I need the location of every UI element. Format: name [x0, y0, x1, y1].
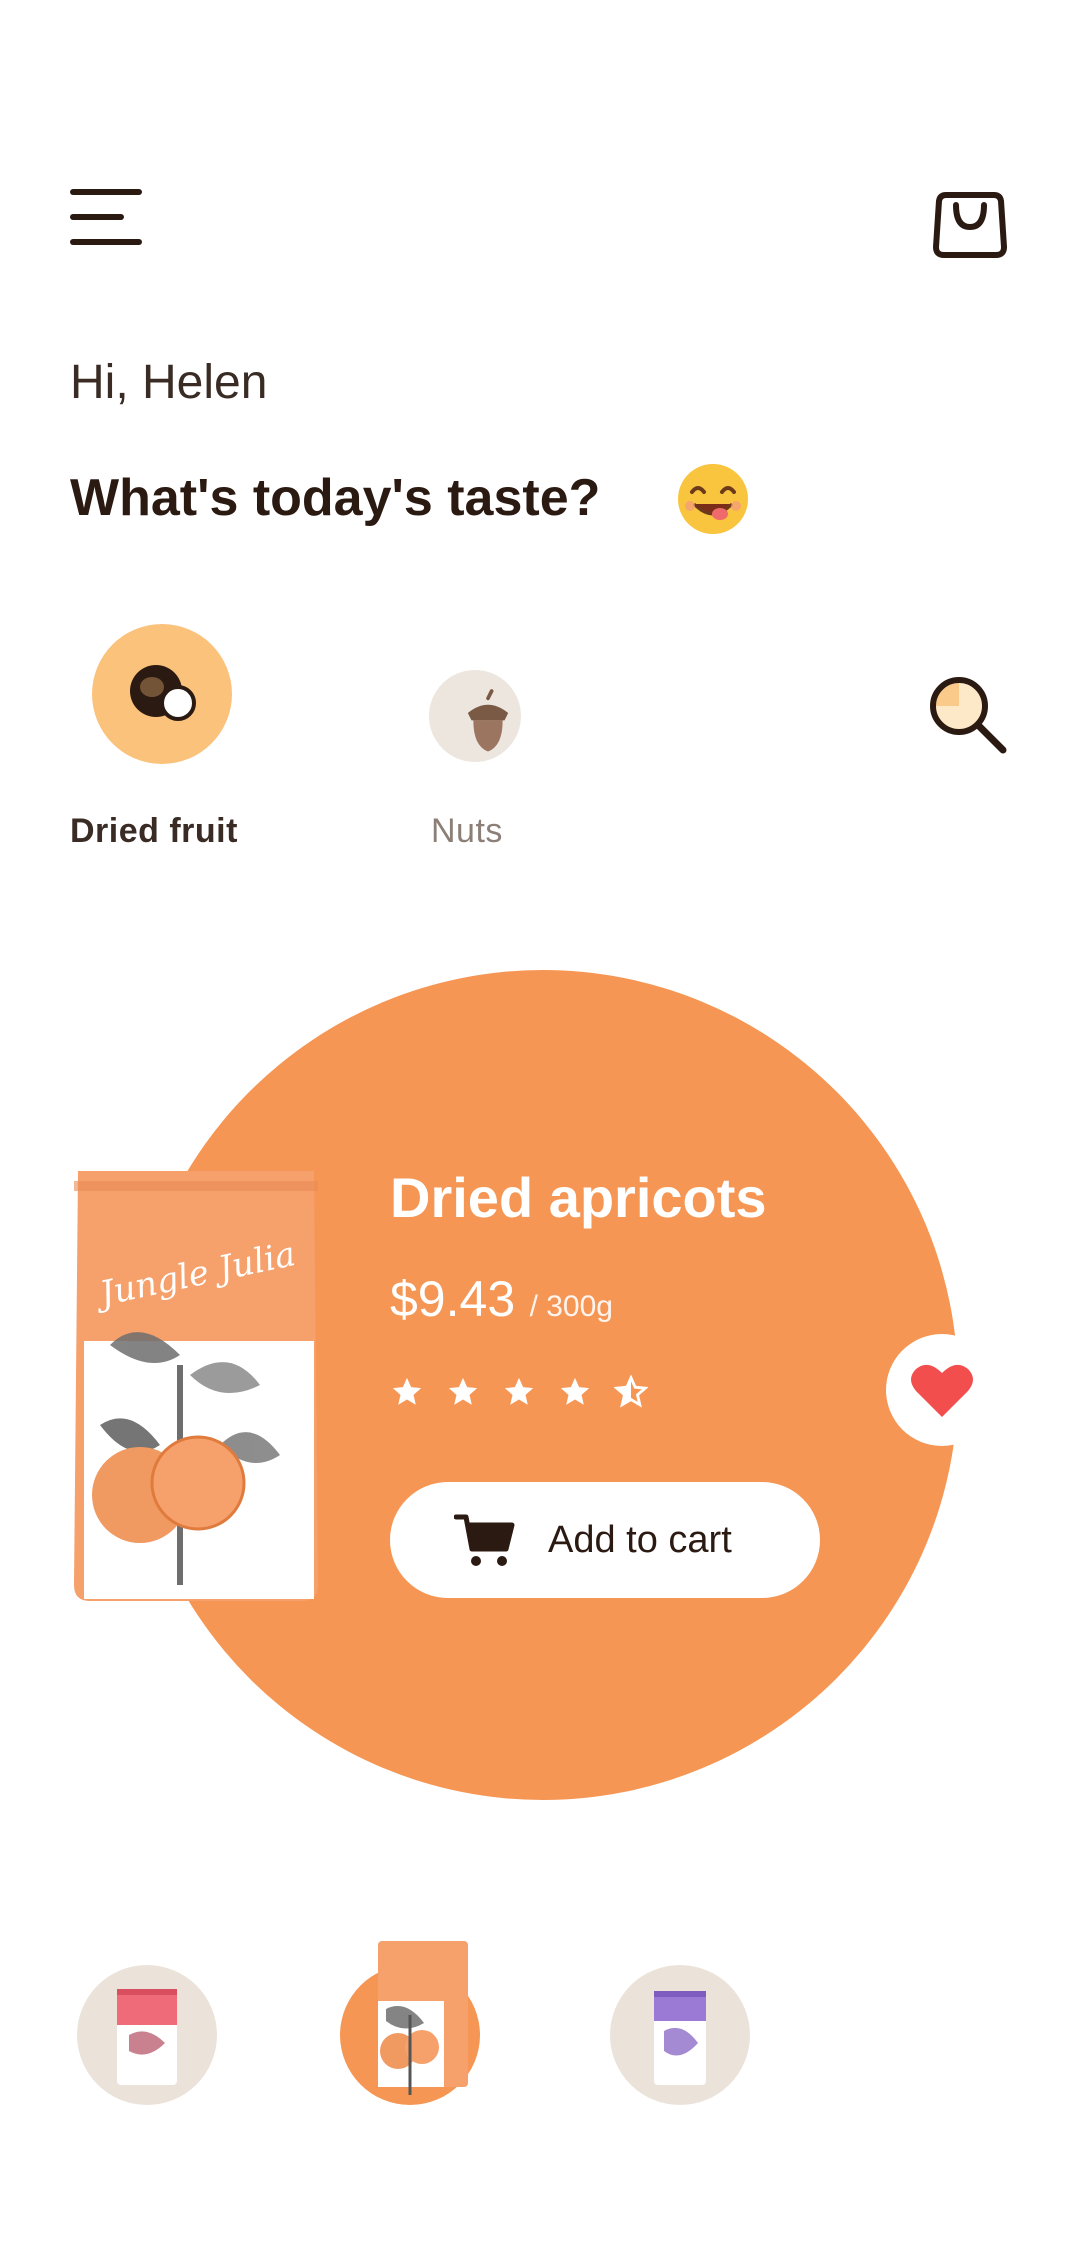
smiling-face-emoji-icon — [678, 464, 748, 534]
category-label-dried-fruit: Dried fruit — [70, 812, 238, 850]
hamburger-menu-icon — [70, 189, 142, 245]
shopping-bag-icon — [933, 192, 1007, 258]
add-to-cart-button[interactable]: Add to cart — [390, 1482, 820, 1598]
category-label-nuts: Nuts — [431, 812, 503, 850]
add-to-cart-label: Add to cart — [548, 1518, 732, 1561]
product-package-image: Jungle Julia — [74, 1171, 318, 1601]
menu-button[interactable] — [70, 185, 148, 249]
star-icon — [448, 1377, 478, 1405]
greeting-text: Hi, Helen — [70, 356, 268, 409]
product-thumbnail-apricot[interactable] — [340, 1941, 480, 2105]
favorite-button[interactable] — [886, 1334, 998, 1446]
star-icon — [504, 1377, 534, 1405]
category-nuts[interactable]: Nuts — [405, 624, 521, 850]
dried-fruit-icon — [130, 665, 196, 721]
search-icon — [930, 677, 1007, 754]
category-icon-bg — [92, 624, 232, 764]
search-button[interactable] — [925, 672, 1009, 756]
shopping-cart-icon — [454, 1514, 515, 1566]
product-thumbnail-pink[interactable] — [77, 1965, 217, 2105]
category-icon-bg — [429, 670, 521, 762]
product-thumbnail-purple[interactable] — [610, 1965, 750, 2105]
shopping-bag-button[interactable] — [930, 175, 1010, 260]
rating-stars — [390, 1375, 648, 1409]
pink-pack-image — [117, 1989, 177, 2085]
purple-pack-image — [654, 1991, 706, 2085]
acorn-icon — [467, 689, 509, 752]
apricot-pack-image — [378, 1941, 468, 2095]
heart-icon — [911, 1364, 973, 1417]
half-star-icon — [614, 1375, 648, 1408]
price-row: $9.43 / 300g — [390, 1270, 613, 1328]
star-icon — [392, 1377, 422, 1405]
star-icon — [560, 1377, 590, 1405]
page-title: What's today's taste? — [70, 469, 601, 527]
category-dried-fruit[interactable]: Dried fruit — [70, 624, 237, 850]
product-name: Dried apricots — [390, 1166, 767, 1229]
product-unit: / 300g — [529, 1290, 613, 1323]
product-price: $9.43 — [390, 1271, 516, 1327]
